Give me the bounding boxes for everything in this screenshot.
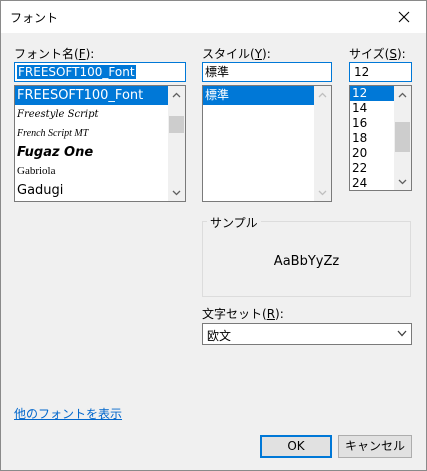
size-list-item[interactable]: 12 [350, 86, 394, 101]
title-bar: フォント [1, 1, 426, 33]
sample-group: AaBbYyZz [202, 221, 411, 297]
scroll-down-button[interactable] [168, 184, 185, 201]
style-list-item[interactable]: 標準 [203, 86, 314, 105]
scroll-up-button [314, 86, 331, 103]
size-input-value: 12 [354, 65, 370, 79]
scroll-thumb[interactable] [169, 116, 184, 133]
window-title: フォント [10, 11, 59, 25]
font-list-item[interactable]: Gabriola [15, 162, 185, 181]
chevron-down-icon [172, 190, 181, 195]
size-list[interactable]: 12 14 16 18 20 22 24 [349, 85, 412, 191]
font-list-item[interactable]: French Script MT [15, 124, 185, 143]
font-name-label: フォント名(F): [14, 47, 95, 61]
cancel-button[interactable]: キャンセル [338, 435, 412, 458]
scroll-thumb[interactable] [395, 122, 410, 152]
chevron-down-icon [398, 179, 407, 184]
style-label: スタイル(Y): [202, 47, 271, 61]
font-name-input-value: FREESOFT100_Font [17, 65, 136, 79]
ok-button[interactable]: OK [260, 435, 332, 458]
font-name-list[interactable]: FREESOFT100_Font Freestyle Script French… [14, 85, 186, 202]
show-more-fonts-link[interactable]: 他のフォントを表示 [14, 405, 122, 422]
font-list-item[interactable]: Fugaz One [15, 143, 185, 162]
size-input[interactable]: 12 [349, 62, 412, 82]
close-icon [398, 11, 410, 23]
scroll-up-button[interactable] [394, 86, 411, 103]
scroll-down-button[interactable] [394, 173, 411, 190]
chevron-up-icon [318, 92, 327, 97]
style-input[interactable]: 標準 [202, 62, 332, 82]
font-list-scrollbar[interactable] [168, 86, 185, 201]
style-list-scrollbar [314, 86, 331, 201]
sample-preview: AaBbYyZz [273, 254, 340, 269]
font-name-input[interactable]: FREESOFT100_Font [14, 62, 186, 82]
scroll-down-button [314, 184, 331, 201]
charset-select[interactable]: 欧文 [202, 323, 412, 345]
style-input-value: 標準 [205, 65, 230, 79]
font-list-item[interactable]: Gadugi [15, 181, 185, 200]
size-list-scrollbar[interactable] [394, 86, 411, 190]
chevron-up-icon [398, 92, 407, 97]
font-dialog: フォント フォント名(F): FREESOFT100_Font FREESOFT… [0, 0, 427, 471]
chevron-down-icon [318, 190, 327, 195]
chevron-up-icon [172, 92, 181, 97]
size-label: サイズ(S): [349, 47, 406, 61]
sample-label: サンプル [207, 214, 261, 231]
chevron-down-icon [397, 330, 407, 337]
close-button[interactable] [382, 1, 426, 33]
font-list-item[interactable]: FREESOFT100_Font [15, 86, 185, 105]
charset-label: 文字セット(R): [202, 307, 284, 321]
style-list[interactable]: 標準 [202, 85, 332, 202]
font-list-item[interactable]: Freestyle Script [15, 105, 185, 124]
scroll-up-button[interactable] [168, 86, 185, 103]
charset-value: 欧文 [207, 329, 232, 343]
